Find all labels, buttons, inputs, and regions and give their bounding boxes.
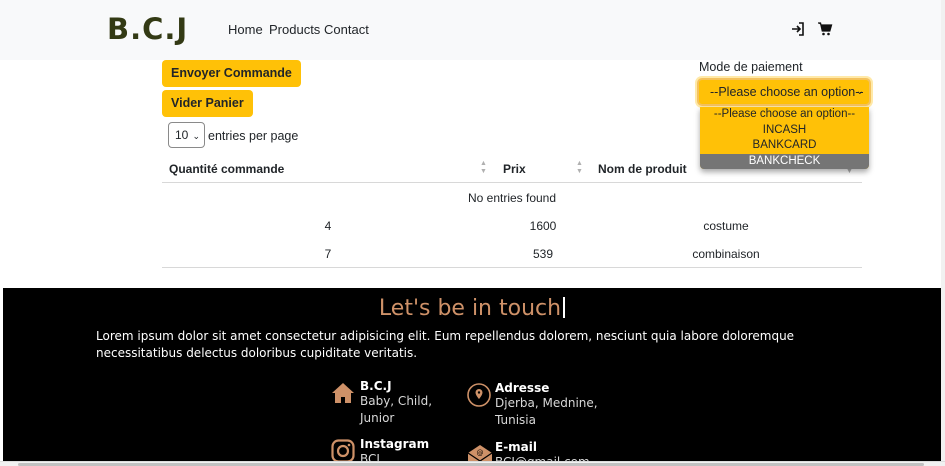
svg-text:@: @ (477, 449, 484, 457)
table-cell-product: costume (703, 219, 749, 233)
chevron-down-icon: ⌄ (192, 131, 200, 141)
table-bottom-divider (162, 267, 862, 268)
entries-label: entries per page (208, 129, 299, 143)
sort-icon[interactable]: ▲▼ (480, 160, 487, 176)
column-header-price[interactable]: Prix (503, 162, 526, 176)
home-icon (331, 382, 355, 409)
footer-description: Lorem ipsum dolor sit amet consectetur a… (96, 329, 795, 360)
footer-title: Let's be in touch (3, 296, 941, 321)
contact-brand: B.C.J Baby, Child, Junior (360, 379, 432, 427)
column-header-quantity[interactable]: Quantité commande (169, 162, 284, 176)
contact-brand-title: B.C.J (360, 379, 392, 393)
table-cell-product: combinaison (692, 247, 760, 261)
contact-address-line: Tunisia (495, 413, 536, 427)
payment-option-incash[interactable]: INCASH (700, 123, 869, 139)
contact-email-title: E-mail (495, 440, 538, 454)
payment-options-dropdown: --Please choose an option-- INCASH BANKC… (700, 107, 869, 169)
login-icon[interactable] (790, 21, 806, 37)
horizontal-scrollbar[interactable] (0, 461, 945, 466)
payment-option-placeholder[interactable]: --Please choose an option-- (700, 107, 869, 123)
nav-link-products[interactable]: Products (269, 22, 320, 37)
vertical-scrollbar[interactable] (941, 0, 945, 466)
table-cell-quantity: 7 (324, 247, 332, 261)
location-icon (467, 383, 491, 412)
entries-per-page-select[interactable]: 10 ⌄ (168, 122, 205, 148)
footer: Let's be in touch Lorem ipsum dolor sit … (3, 288, 941, 466)
payment-option-bankcheck[interactable]: BANKCHECK (700, 153, 869, 169)
table-cell-price: 1600 (529, 219, 557, 233)
table-header-divider (162, 182, 862, 183)
cart-icon[interactable] (817, 21, 833, 37)
empty-table-message: No entries found (467, 191, 557, 205)
nav-link-contact[interactable]: Contact (324, 22, 369, 37)
contact-address-line: Djerba, Mednine, (495, 396, 598, 410)
contact-brand-line: Junior (360, 411, 395, 425)
empty-cart-button[interactable]: Vider Panier (162, 90, 253, 117)
table-cell-quantity: 4 (324, 219, 332, 233)
sort-icon[interactable]: ▲▼ (576, 160, 583, 176)
navbar: B.C.J Home Products Contact (0, 0, 945, 60)
payment-mode-select[interactable]: --Please choose an option-- ⌄ (697, 78, 871, 106)
payment-selected-value: --Please choose an option-- (710, 85, 864, 99)
footer-title-text: Let's be in touch (378, 296, 562, 321)
contact-address-title: Adresse (495, 381, 550, 395)
chevron-down-icon: ⌄ (855, 86, 864, 97)
contact-address: Adresse Djerba, Mednine, Tunisia (495, 381, 598, 429)
table-cell-price: 539 (532, 247, 554, 261)
payment-option-bankcard[interactable]: BANKCARD (700, 138, 869, 154)
entries-value: 10 (175, 128, 189, 142)
text-cursor (563, 297, 566, 318)
contact-brand-line: Baby, Child, (360, 394, 433, 408)
page: B.C.J Home Products Contact Envoyer Comm… (0, 0, 945, 466)
column-header-product[interactable]: Nom de produit (598, 162, 687, 176)
payment-mode-label: Mode de paiement (699, 60, 803, 74)
contact-instagram-title: Instagram (360, 437, 430, 451)
nav-link-home[interactable]: Home (228, 22, 263, 37)
brand-logo[interactable]: B.C.J (107, 12, 188, 46)
send-order-button[interactable]: Envoyer Commande (162, 60, 301, 87)
